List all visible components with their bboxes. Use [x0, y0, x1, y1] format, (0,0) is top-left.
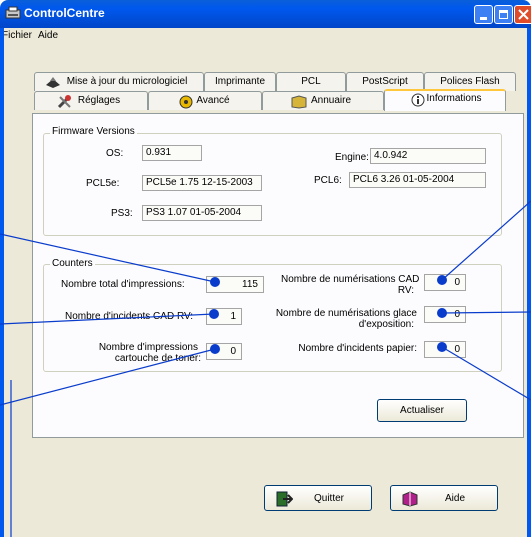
tab-printer-label: Imprimante — [214, 76, 265, 87]
ps3-label: PS3: — [111, 208, 133, 219]
refresh-button-label: Actualiser — [400, 405, 444, 416]
total-impressions-field: 115 — [206, 276, 264, 293]
quit-button[interactable]: Quitter — [264, 485, 372, 511]
tab-pcl[interactable]: PCL — [276, 72, 346, 91]
tab-advanced[interactable]: Avancé — [148, 91, 262, 110]
ps3-field: PS3 1.07 01-05-2004 — [142, 205, 262, 221]
paper-incidents-label: Nombre d'incidents papier: — [298, 343, 417, 354]
tab-informations[interactable]: Informations — [384, 89, 506, 111]
tab-postscript-label: PostScript — [362, 76, 408, 87]
cad-scans-field: 0 — [424, 274, 466, 291]
tab-directory-label: Annuaire — [310, 95, 352, 106]
refresh-button[interactable]: Actualiser — [377, 399, 467, 422]
glass-scans-label-line2: d'exposition: — [358, 319, 414, 330]
os-field: 0.931 — [142, 145, 202, 161]
toner-impressions-field: 0 — [206, 343, 242, 360]
engine-field: 4.0.942 — [370, 148, 486, 164]
cad-rv-incidents-field: 1 — [206, 308, 242, 325]
cad-rv-incidents-label: Nombre d'incidents CAD RV: — [65, 311, 194, 322]
tab-pcl-label: PCL — [301, 76, 321, 87]
tab-flash-fonts-label: Polices Flash — [440, 76, 500, 87]
cad-scans-label-line1: Nombre de numérisations CAD — [281, 274, 420, 285]
app-icon — [5, 6, 21, 21]
menu-aide[interactable]: Aide — [38, 30, 58, 41]
maximize-button[interactable] — [494, 5, 513, 24]
total-impressions-label: Nombre total d'impressions: — [61, 279, 185, 290]
tab-firmware-update[interactable]: Mise à jour du micrologiciel — [34, 72, 204, 91]
minimize-button[interactable] — [474, 5, 493, 24]
toner-impressions-label-line1: Nombre d'impressions — [98, 342, 198, 353]
glass-scans-field: 0 — [424, 306, 466, 323]
tab-firmware-update-label: Mise à jour du micrologiciel — [66, 76, 188, 87]
help-button[interactable]: Aide — [390, 485, 498, 511]
pcl5e-field: PCL5e 1.75 12-15-2003 — [142, 175, 262, 191]
tab-settings[interactable]: Réglages — [34, 91, 148, 110]
tab-printer[interactable]: Imprimante — [204, 72, 276, 91]
os-label: OS: — [106, 148, 124, 159]
glass-scans-label-line1: Nombre de numérisations glace — [275, 308, 417, 319]
pcl6-label: PCL6: — [314, 175, 342, 186]
paper-incidents-field: 0 — [424, 341, 466, 358]
pcl6-field: PCL6 3.26 01-05-2004 — [349, 172, 486, 188]
toner-impressions-label-line2: cartouche de toner: — [114, 353, 201, 364]
firmware-versions-title: Firmware Versions — [50, 126, 137, 137]
window-title: ControlCentre — [24, 6, 105, 20]
tab-settings-label: Réglages — [77, 95, 121, 106]
help-button-label: Aide — [444, 493, 465, 504]
window-border-right — [527, 28, 531, 537]
cad-scans-label-line2: RV: — [397, 285, 414, 296]
pcl5e-label: PCL5e: — [86, 178, 120, 189]
title-bar[interactable]: ControlCentre — [0, 0, 531, 28]
close-button[interactable] — [514, 5, 531, 24]
tab-informations-label: Informations — [426, 93, 482, 104]
menu-bar: Fichier Aide — [0, 28, 531, 46]
tab-advanced-label: Avancé — [196, 95, 230, 106]
close-icon — [518, 9, 529, 20]
window-border-left — [0, 28, 4, 537]
quit-button-label: Quitter — [313, 493, 344, 504]
menu-fichier[interactable]: Fichier — [2, 30, 32, 41]
engine-label: Engine: — [335, 152, 369, 163]
tab-directory[interactable]: Annuaire — [262, 91, 384, 110]
counters-title: Counters — [50, 258, 95, 269]
